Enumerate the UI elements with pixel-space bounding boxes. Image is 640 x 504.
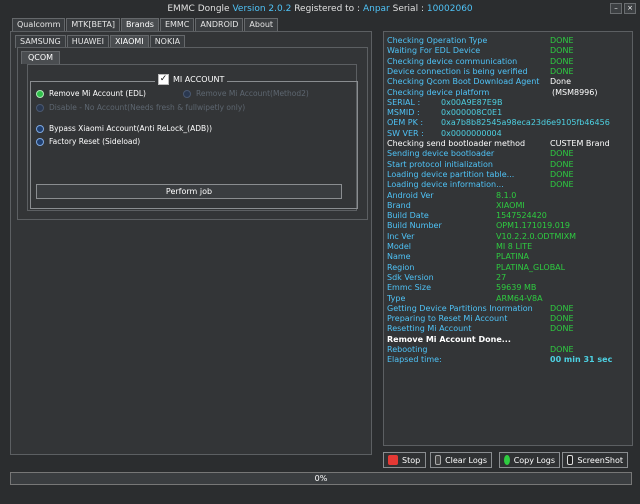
tab-qcom[interactable]: QCOM xyxy=(21,51,61,64)
option-disable-no-account[interactable]: Disable - No Account(Needs fresh & fullw… xyxy=(36,103,245,112)
log-row: Elapsed time: 00 min 31 sec xyxy=(387,354,627,365)
app-version: Version 2.0.2 xyxy=(232,4,292,14)
radio-icon[interactable] xyxy=(36,124,44,133)
registered-user: Anpar xyxy=(362,4,390,14)
screenshot-button[interactable]: ScreenShot xyxy=(562,452,628,468)
radio-icon[interactable] xyxy=(36,103,44,112)
mi-account-group-label[interactable]: ✓ MI ACCOUNT xyxy=(155,74,228,85)
tab-emmc[interactable]: EMMC xyxy=(159,18,195,31)
serial-label: Serial : xyxy=(389,4,427,14)
close-icon[interactable]: × xyxy=(624,3,636,14)
tab-brands[interactable]: Brands xyxy=(120,18,159,31)
camera-icon xyxy=(567,455,574,465)
tab-mtk[interactable]: MTK[BETA] xyxy=(66,18,120,31)
log-label: Elapsed time: xyxy=(387,355,442,365)
registered-label: Registered to : xyxy=(291,4,363,14)
app-name: EMMC Dongle xyxy=(167,4,233,14)
copy-icon xyxy=(504,455,510,465)
sub-tabs: QCOM xyxy=(21,51,61,64)
mi-account-label: MI ACCOUNT xyxy=(173,75,225,84)
stop-button[interactable]: Stop xyxy=(383,452,426,468)
progress-bar: 0% xyxy=(10,472,632,485)
tab-qualcomm[interactable]: Qualcomm xyxy=(12,18,66,31)
radio-selected-icon[interactable] xyxy=(36,89,44,98)
option-factory-reset[interactable]: Factory Reset (Sideload) xyxy=(36,137,140,146)
clear-logs-button[interactable]: Clear Logs xyxy=(430,452,492,468)
perform-job-button[interactable]: Perform job xyxy=(36,184,342,199)
top-tabs: Qualcomm MTK[BETA] Brands EMMC ANDROID A… xyxy=(12,18,279,31)
minimize-icon[interactable]: – xyxy=(610,3,622,14)
serial-number: 10002060 xyxy=(426,4,473,14)
window-controls: – × xyxy=(610,3,636,14)
option-remove-mi-edl[interactable]: Remove Mi Account (EDL) xyxy=(36,89,146,98)
option-remove-mi-method2[interactable]: Remove Mi Account(Method2) xyxy=(183,89,309,98)
clear-icon xyxy=(435,455,442,465)
tab-android[interactable]: ANDROID xyxy=(195,18,244,31)
option-bypass-xiaomi[interactable]: Bypass Xiaomi Account(Anti ReLock_(ADB)) xyxy=(36,124,212,133)
stop-icon xyxy=(388,455,398,465)
radio-icon[interactable] xyxy=(183,89,191,98)
log-value: 00 min 31 sec xyxy=(550,355,613,365)
copy-logs-button[interactable]: Copy Logs xyxy=(499,452,560,468)
tab-about[interactable]: About xyxy=(244,18,279,31)
radio-icon[interactable] xyxy=(36,137,44,146)
mi-account-checkbox[interactable]: ✓ xyxy=(158,74,169,85)
title-bar: EMMC Dongle Version 2.0.2 Registered to … xyxy=(0,0,640,19)
